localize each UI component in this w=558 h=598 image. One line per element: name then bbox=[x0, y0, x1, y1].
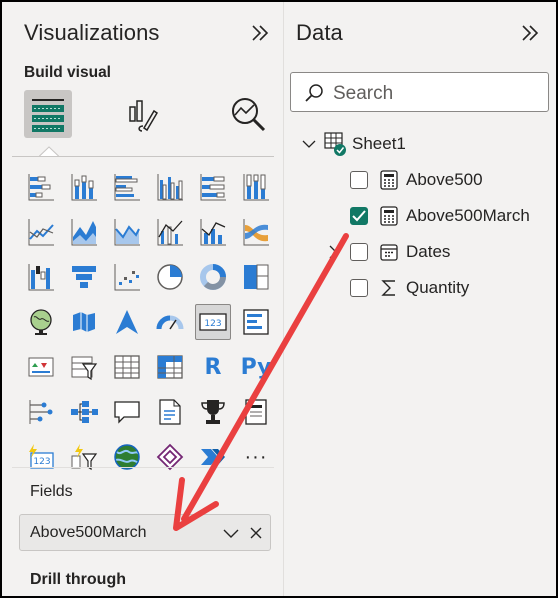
format-visual-button[interactable] bbox=[119, 90, 167, 138]
100-stacked-column-chart-icon[interactable] bbox=[238, 169, 274, 205]
filled-map-icon[interactable] bbox=[66, 304, 102, 340]
field-label: Quantity bbox=[406, 278, 470, 297]
stacked-area-chart-icon[interactable] bbox=[109, 214, 145, 250]
stacked-column-chart-icon[interactable] bbox=[66, 169, 102, 205]
search-placeholder: Search bbox=[333, 83, 394, 104]
field-label: Dates bbox=[406, 242, 451, 261]
map-icon[interactable] bbox=[23, 304, 59, 340]
metrics-icon[interactable] bbox=[195, 394, 231, 430]
line-chart-icon[interactable] bbox=[23, 214, 59, 250]
data-title: Data bbox=[296, 20, 343, 45]
key-influencers-icon[interactable] bbox=[23, 394, 59, 430]
qa-icon[interactable] bbox=[109, 394, 145, 430]
power-automate-flow-icon[interactable] bbox=[195, 439, 231, 475]
area-chart-icon[interactable] bbox=[66, 214, 102, 250]
field-checkbox[interactable] bbox=[350, 171, 368, 189]
divider bbox=[12, 156, 274, 157]
100-stacked-bar-chart-icon[interactable] bbox=[195, 169, 231, 205]
power-apps-kpi-icon[interactable]: 123 bbox=[23, 439, 59, 475]
gauge-icon[interactable] bbox=[152, 304, 188, 340]
table-icon[interactable] bbox=[109, 349, 145, 385]
fields-section-label: Fields bbox=[30, 483, 73, 500]
drill-through-section-label: Drill through bbox=[30, 571, 126, 588]
more-visuals-button[interactable]: ··· bbox=[238, 439, 274, 475]
chevron-right-icon[interactable] bbox=[326, 245, 340, 259]
divider bbox=[12, 467, 274, 468]
multi-row-card-icon[interactable] bbox=[238, 304, 274, 340]
arcgis-map-icon[interactable] bbox=[109, 439, 145, 475]
waterfall-chart-icon[interactable] bbox=[23, 259, 59, 295]
field-row-dates[interactable]: Dates bbox=[326, 238, 450, 266]
python-visual-label: Py bbox=[240, 354, 272, 380]
r-visual-label: R bbox=[204, 354, 222, 380]
treemap-icon[interactable] bbox=[238, 259, 274, 295]
clustered-column-chart-icon[interactable] bbox=[152, 169, 188, 205]
app-frame: Visualizations Build visual 123 R Py 123… bbox=[2, 2, 556, 596]
field-checkbox-checked[interactable] bbox=[350, 207, 368, 225]
field-well-item[interactable]: Above500March bbox=[19, 514, 271, 551]
python-visual-icon[interactable]: Py bbox=[238, 349, 274, 385]
calculator-icon bbox=[380, 170, 398, 190]
field-row-quantity[interactable]: Quantity bbox=[350, 274, 469, 302]
table-node-sheet1[interactable]: Sheet1 bbox=[302, 130, 406, 158]
table-icon bbox=[324, 132, 346, 156]
field-label: Above500 bbox=[406, 170, 483, 189]
table-name: Sheet1 bbox=[352, 134, 406, 153]
magnifier-analytics-icon bbox=[232, 98, 266, 132]
decomposition-tree-icon[interactable] bbox=[66, 394, 102, 430]
r-visual-icon[interactable]: R bbox=[195, 349, 231, 385]
field-row-above500march[interactable]: Above500March bbox=[350, 202, 530, 230]
expand-pane-icon[interactable] bbox=[519, 22, 541, 44]
table-fields-icon bbox=[32, 99, 64, 132]
slicer-icon[interactable] bbox=[66, 349, 102, 385]
ribbon-chart-icon[interactable] bbox=[238, 214, 274, 250]
stacked-bar-chart-icon[interactable] bbox=[23, 169, 59, 205]
azure-map-icon[interactable] bbox=[109, 304, 145, 340]
line-stacked-column-chart-icon[interactable] bbox=[195, 214, 231, 250]
sigma-icon bbox=[381, 280, 395, 296]
visualizations-title: Visualizations bbox=[24, 20, 160, 45]
expand-pane-icon[interactable] bbox=[249, 22, 271, 44]
calendar-icon bbox=[380, 244, 398, 261]
smart-narrative-icon[interactable] bbox=[152, 394, 188, 430]
search-input[interactable]: Search bbox=[290, 72, 549, 112]
power-automate-icon[interactable] bbox=[66, 439, 102, 475]
svg-text:123: 123 bbox=[33, 457, 50, 467]
field-well-value: Above500March bbox=[30, 524, 147, 541]
kpi-icon[interactable] bbox=[23, 349, 59, 385]
donut-chart-icon[interactable] bbox=[195, 259, 231, 295]
more-visuals-icon: ··· bbox=[244, 445, 268, 468]
field-row-above500[interactable]: Above500 bbox=[350, 166, 483, 194]
funnel-chart-icon[interactable] bbox=[66, 259, 102, 295]
clustered-bar-chart-icon[interactable] bbox=[109, 169, 145, 205]
field-label: Above500March bbox=[406, 206, 530, 225]
card-icon-label: 123 bbox=[204, 319, 221, 329]
chevron-down-icon[interactable] bbox=[302, 137, 316, 151]
build-visual-button[interactable] bbox=[24, 90, 72, 138]
pie-chart-icon[interactable] bbox=[152, 259, 188, 295]
calculator-icon bbox=[380, 206, 398, 226]
scatter-chart-icon[interactable] bbox=[109, 259, 145, 295]
visualizations-pane: Visualizations Build visual 123 R Py 123… bbox=[2, 2, 284, 596]
close-icon[interactable] bbox=[249, 526, 263, 540]
checkmark-icon bbox=[352, 210, 366, 222]
chevron-down-icon[interactable] bbox=[223, 526, 239, 540]
paginated-report-icon[interactable] bbox=[238, 394, 274, 430]
search-icon bbox=[305, 84, 323, 102]
line-clustered-column-chart-icon[interactable] bbox=[152, 214, 188, 250]
card-icon[interactable]: 123 bbox=[195, 304, 231, 340]
data-pane: Data Search Sheet1 Above500 Above500Marc… bbox=[284, 2, 556, 596]
paintbrush-icon bbox=[129, 100, 159, 132]
field-checkbox[interactable] bbox=[350, 279, 368, 297]
analytics-button[interactable] bbox=[224, 90, 272, 138]
build-visual-label: Build visual bbox=[24, 64, 111, 81]
field-checkbox[interactable] bbox=[350, 243, 368, 261]
matrix-icon[interactable] bbox=[152, 349, 188, 385]
power-apps-icon[interactable] bbox=[152, 439, 188, 475]
